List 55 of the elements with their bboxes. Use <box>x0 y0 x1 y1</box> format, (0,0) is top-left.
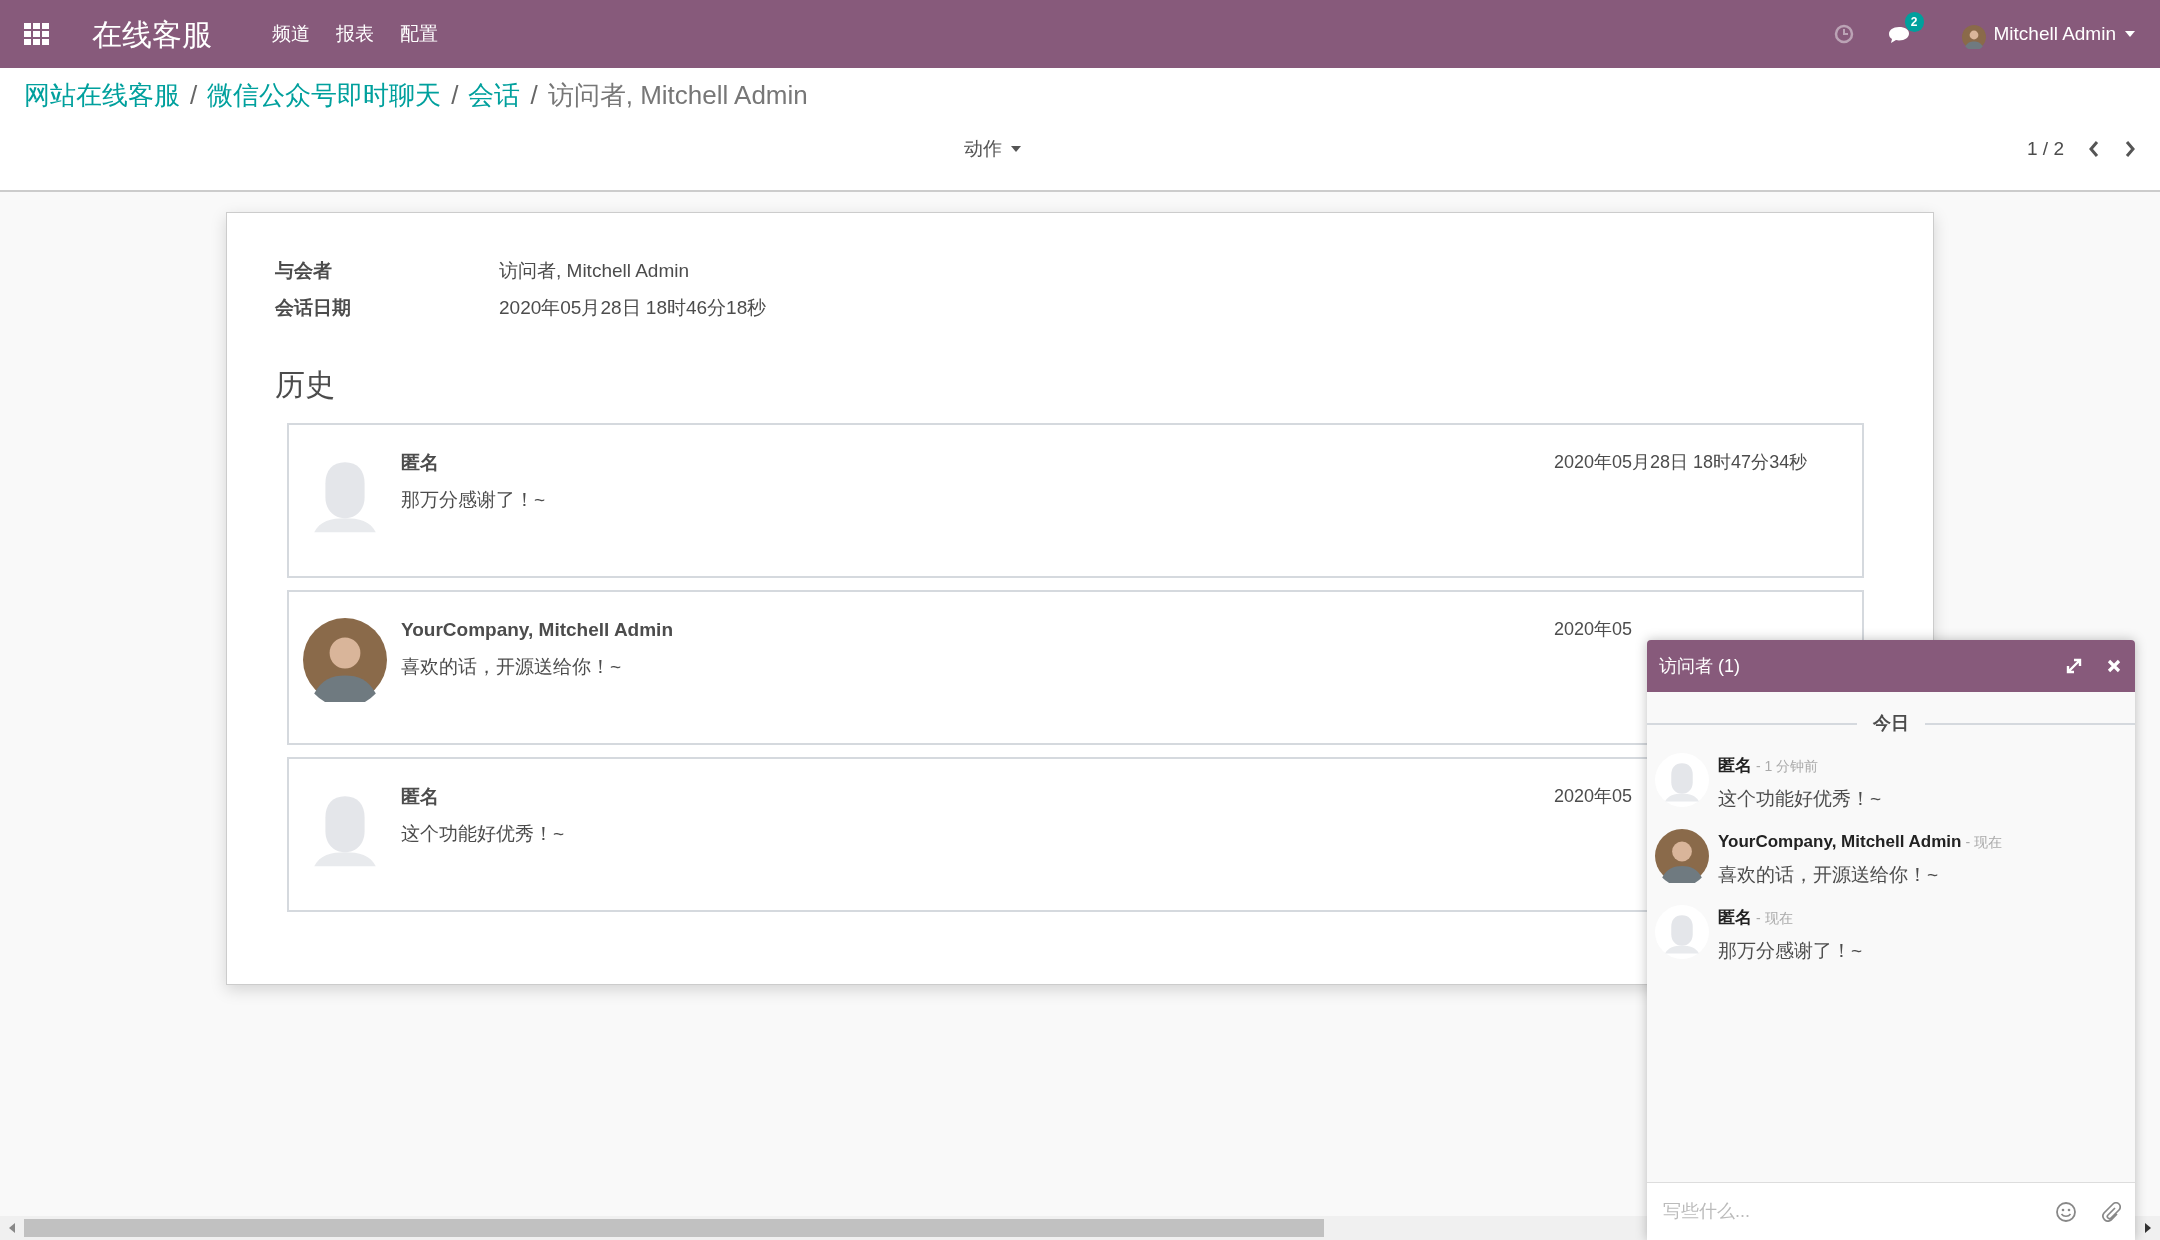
message-text: 这个功能好优秀！~ <box>401 821 566 846</box>
message-text: 那万分感谢了！~ <box>1718 938 1863 963</box>
action-dropdown[interactable]: 动作 <box>964 135 1022 164</box>
author-name: 匿名 <box>1718 907 1752 929</box>
caret-icon <box>2124 30 2136 38</box>
emoji-icon[interactable] <box>2055 1200 2077 1223</box>
section-title: 历史 <box>275 367 336 403</box>
breadcrumb-separator: / <box>190 79 198 112</box>
message-time: - 现在 <box>1756 909 1793 928</box>
pager-value: 1 / 2 <box>2027 137 2064 161</box>
chat-title: 访问者 (1) <box>1659 654 1741 678</box>
menu-item[interactable]: 频道 <box>272 19 310 49</box>
menu-item[interactable]: 报表 <box>336 19 374 49</box>
message-input[interactable]: 写些什么... <box>1661 1197 2039 1226</box>
author-name: 匿名 <box>401 785 440 809</box>
field-value: 2020年05月28日 18时46分18秒 <box>499 295 767 320</box>
message-text: 那万分感谢了！~ <box>401 487 547 512</box>
field-value: 访问者, Mitchell Admin <box>499 259 690 283</box>
message-text: 喜欢的话，开源送给你！~ <box>1718 862 1940 887</box>
message-date: 2020年05 <box>1554 619 1633 639</box>
message-time: - 现在 <box>1965 833 2002 852</box>
breadcrumb-separator: / <box>451 79 459 112</box>
apps-menu-icon[interactable] <box>24 23 50 45</box>
breadcrumb-separator: / <box>530 79 538 112</box>
message-text: 喜欢的话，开源送给你！~ <box>401 654 623 679</box>
author-name: 匿名 <box>1718 755 1752 777</box>
author-name: YourCompany, Mitchell Admin <box>401 618 674 642</box>
author-name: YourCompany, Mitchell Admin <box>1718 831 1962 853</box>
message-date: 2020年05月28日 18时47分34秒 <box>1554 452 1808 472</box>
breadcrumb-link[interactable]: 会话 <box>468 76 521 115</box>
message-date: 2020年05 <box>1554 786 1633 806</box>
next-button[interactable] <box>2124 140 2136 159</box>
menu-item[interactable]: 配置 <box>400 19 438 49</box>
app-title: 在线客服 <box>92 16 212 53</box>
field-label: 与会者 <box>275 259 333 283</box>
close-icon[interactable] <box>2107 659 2121 673</box>
expand-icon[interactable] <box>2065 657 2083 675</box>
message-count: 2 <box>1904 11 1924 32</box>
chat-icon[interactable] <box>1887 25 1910 44</box>
paperclip-icon[interactable] <box>2101 1201 2121 1222</box>
scrollbar-thumb[interactable] <box>24 1219 1324 1237</box>
author-name: 匿名 <box>401 451 440 475</box>
avatar <box>1655 829 1709 883</box>
caret-icon <box>1010 145 1022 154</box>
field-label: 会话日期 <box>275 295 352 320</box>
breadcrumb-link[interactable]: 微信公众号即时聊天 <box>207 76 442 115</box>
previous-button[interactable] <box>2088 140 2100 159</box>
breadcrumb-link[interactable]: 网站在线客服 <box>24 76 180 115</box>
day-separator: 今日 <box>1873 712 1909 735</box>
message-text: 这个功能好优秀！~ <box>1718 786 1882 811</box>
message-composer[interactable]: 写些什么... <box>1647 1182 2135 1240</box>
breadcrumb-current: 访问者, Mitchell Admin <box>547 79 808 112</box>
avatar <box>1961 22 1986 46</box>
user-menu[interactable]: Mitchell Admin <box>1961 19 2136 49</box>
message-time: - 1 分钟前 <box>1756 757 1819 776</box>
